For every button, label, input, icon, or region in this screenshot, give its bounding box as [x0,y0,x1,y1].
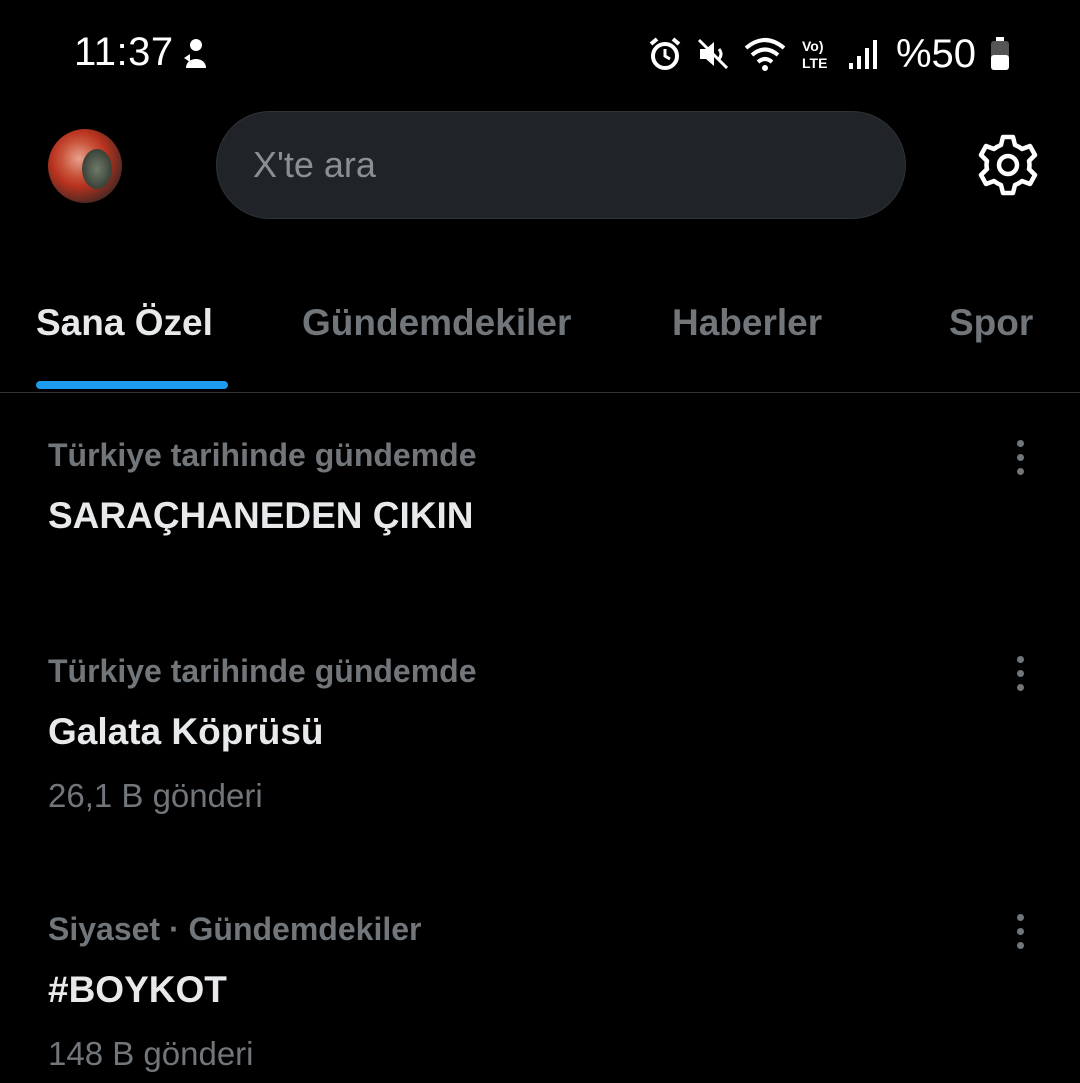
battery-percent: %50 [895,31,976,76]
trend-title: Galata Köprüsü [48,711,324,752]
avatar[interactable] [48,129,122,203]
signal-icon [848,37,878,71]
trend-title: #BOYKOT [48,969,227,1010]
more-options-icon[interactable] [1004,435,1036,479]
status-bar: 11:37 Vo) LTE %50 [0,0,1080,105]
more-options-icon[interactable] [1004,909,1036,953]
tab-sports[interactable]: Spor [949,302,1033,344]
status-time: 11:37 [74,30,174,74]
more-options-icon[interactable] [1004,651,1036,695]
search-placeholder: X'te ara [253,144,376,185]
tab-trending[interactable]: Gündemdekiler [302,302,571,344]
explore-tabs: Sana Özel Gündemdekiler Haberler Spor [0,290,1080,393]
settings-gear-icon [978,134,1038,196]
trend-post-count: 148 B gönderi [48,1035,254,1072]
battery-icon [990,37,1010,71]
trend-context: Siyaset · Gündemdekiler [48,911,422,947]
volte-icon: Vo) LTE [800,36,834,72]
trend-context: Türkiye tarihinde gündemde [48,653,477,689]
settings-button[interactable] [973,130,1043,200]
search-input[interactable]: X'te ara [216,111,906,219]
trend-context: Türkiye tarihinde gündemde [48,437,477,473]
svg-text:LTE: LTE [802,55,827,71]
trend-post-count: 26,1 B gönderi [48,777,263,814]
wifi-icon [744,36,786,72]
mute-icon [696,37,730,71]
tab-news[interactable]: Haberler [672,302,822,344]
tab-for-you[interactable]: Sana Özel [36,302,213,344]
active-tab-indicator [36,381,228,389]
app-notification-icon [180,36,212,72]
svg-text:Vo): Vo) [802,38,824,54]
alarm-icon [648,36,682,72]
trend-title: SARAÇHANEDEN ÇIKIN [48,495,474,536]
status-icons: Vo) LTE %50 [648,30,1010,78]
explore-screen: 11:37 Vo) LTE %50 X'te ara Sana Özel Gün… [0,0,1080,1083]
